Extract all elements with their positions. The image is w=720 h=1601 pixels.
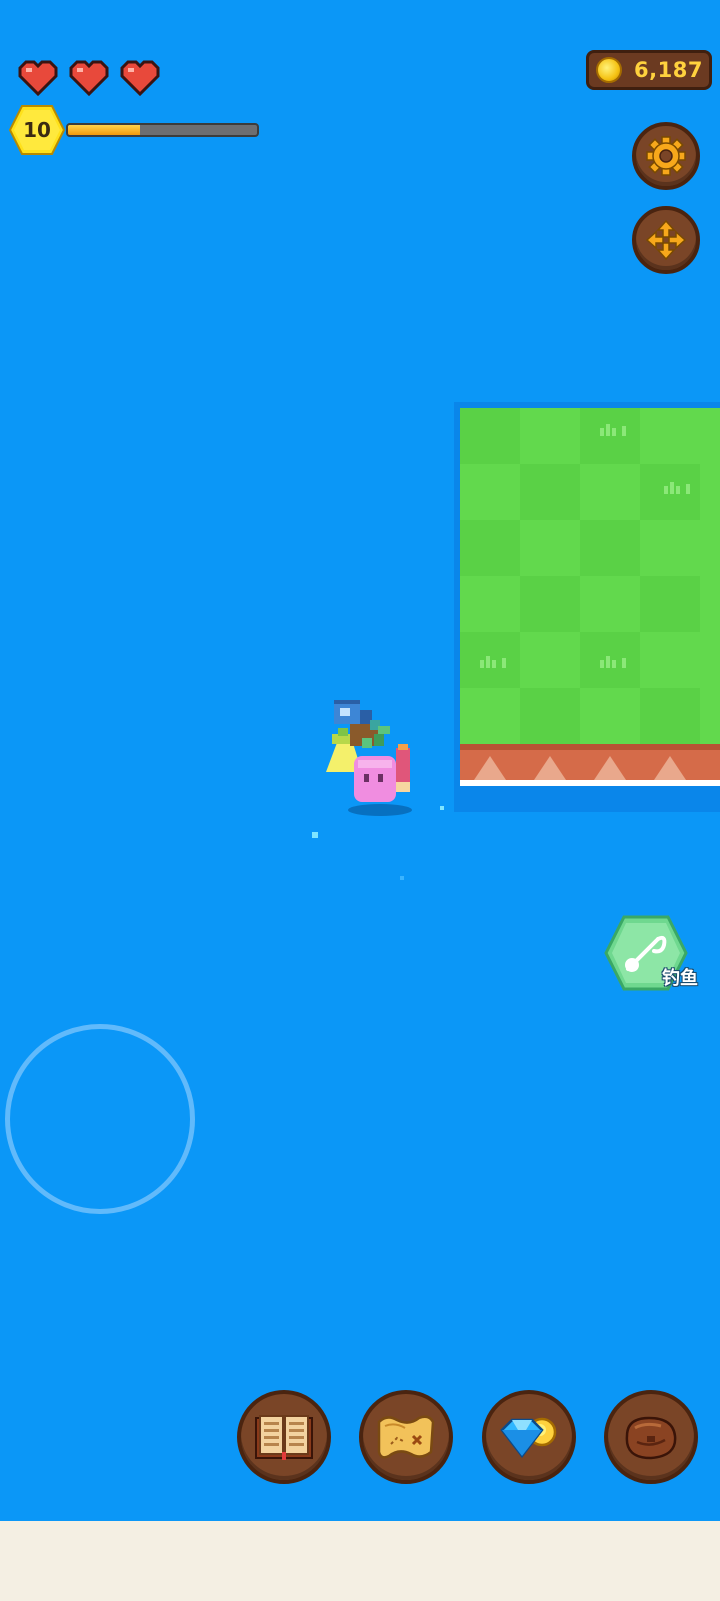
heart-icon <box>18 60 58 96</box>
radish-pet-sprite <box>354 734 410 802</box>
gear-icon <box>646 136 686 176</box>
coin-counter: 6,187 <box>586 50 712 90</box>
gem-shop-icon <box>500 1417 557 1459</box>
virtual-joystick[interactable] <box>5 1024 195 1214</box>
coin-amount: 6,187 <box>634 58 703 82</box>
book-icon <box>255 1415 313 1460</box>
inventory-button[interactable] <box>604 1390 698 1484</box>
journal-button[interactable] <box>237 1390 331 1484</box>
water-sparkle <box>440 806 444 810</box>
shop-button[interactable] <box>482 1390 576 1484</box>
water-sparkle <box>312 832 318 838</box>
move-arrows-icon <box>645 219 687 261</box>
move-mode-button[interactable] <box>632 206 700 274</box>
map-button[interactable] <box>359 1390 453 1484</box>
xp-progress-fill <box>68 125 140 135</box>
system-navigation-bar <box>0 1521 720 1601</box>
heart-icon <box>69 60 109 96</box>
settings-button[interactable] <box>632 122 700 190</box>
treasure-map-icon <box>377 1415 435 1459</box>
health-hearts <box>16 58 163 96</box>
fishing-label[interactable]: 钓鱼 <box>662 964 698 990</box>
water-sparkle <box>400 876 404 880</box>
game-world[interactable]: 10 6,187 钓鱼 <box>0 0 720 1521</box>
xp-progress-bar <box>66 123 259 137</box>
level-number: 10 <box>23 118 51 142</box>
bag-icon <box>625 1416 677 1460</box>
coin-icon <box>596 57 622 83</box>
player-character <box>326 700 412 816</box>
grass-island <box>454 402 720 812</box>
heart-icon <box>120 60 160 96</box>
